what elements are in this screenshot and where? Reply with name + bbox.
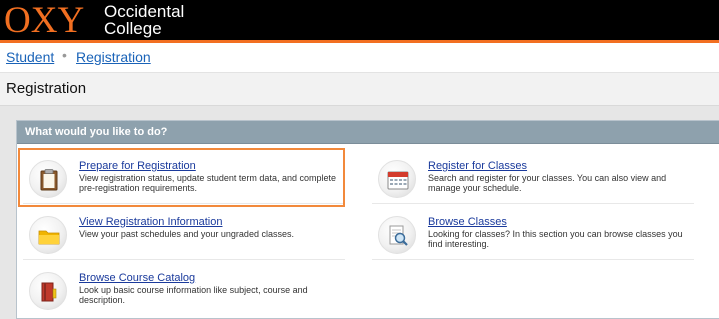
panel-heading: What would you like to do? — [25, 126, 168, 138]
option-title[interactable]: Register for Classes — [428, 160, 527, 172]
option-description: Look up basic course information like su… — [79, 285, 308, 305]
divider — [372, 259, 694, 260]
highlight-box — [18, 148, 345, 207]
header-accent-stripe — [0, 40, 719, 43]
option-browse-course-catalog[interactable]: Browse Course Catalog Look up basic cour… — [19, 264, 349, 316]
logo-line-1: Occidental — [104, 2, 185, 21]
option-title[interactable]: Browse Classes — [428, 216, 507, 228]
option-title[interactable]: Browse Course Catalog — [79, 272, 195, 284]
logo-mark[interactable]: OXY — [4, 1, 84, 41]
breadcrumb-registration[interactable]: Registration — [76, 49, 151, 65]
breadcrumb-student[interactable]: Student — [6, 49, 54, 65]
catalog-book-icon — [29, 272, 67, 310]
calendar-icon — [378, 160, 416, 198]
divider — [23, 259, 345, 260]
logo-line-2: College — [104, 19, 162, 38]
divider — [372, 203, 694, 204]
option-description: View your past schedules and your ungrad… — [79, 229, 294, 239]
page-title: Registration — [6, 80, 87, 97]
magnifier-document-icon — [378, 216, 416, 254]
logo-text[interactable]: Occidental College — [104, 3, 184, 37]
panel-header: What would you like to do? — [17, 121, 719, 144]
page-title-bar: Registration — [0, 72, 719, 106]
breadcrumb-separator: • — [62, 47, 67, 63]
option-register-for-classes[interactable]: Register for Classes Search and register… — [368, 152, 698, 204]
breadcrumb: Student • Registration — [0, 44, 719, 72]
folder-icon — [29, 216, 67, 254]
option-description: Search and register for your classes. Yo… — [428, 173, 667, 193]
site-header: OXY Occidental College — [0, 0, 719, 42]
option-description: Looking for classes? In this section you… — [428, 229, 683, 249]
option-view-registration-information[interactable]: View Registration Information View your … — [19, 208, 349, 260]
option-browse-classes[interactable]: Browse Classes Looking for classes? In t… — [368, 208, 698, 260]
option-title[interactable]: View Registration Information — [79, 216, 222, 228]
